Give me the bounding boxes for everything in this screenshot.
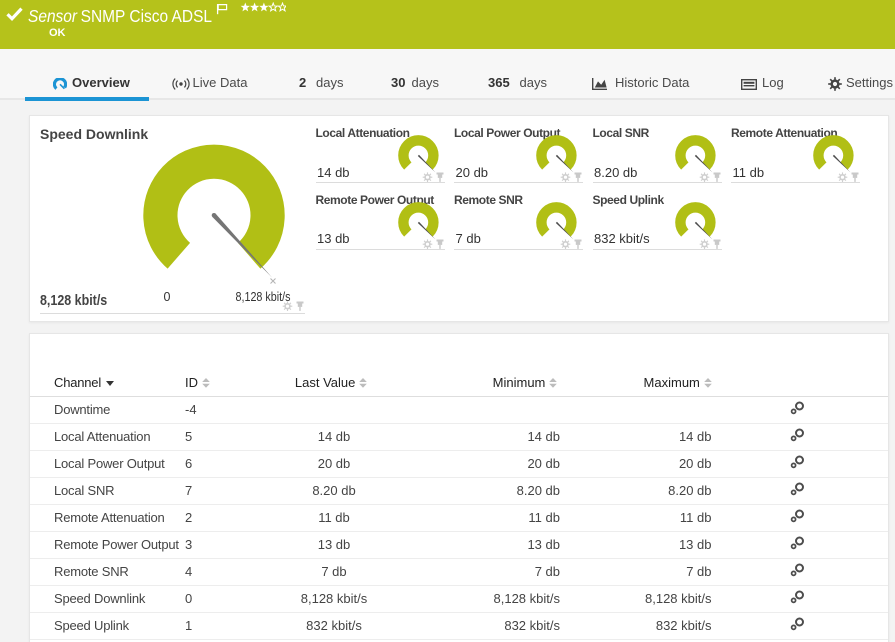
svg-text:0: 0 [164,290,171,304]
